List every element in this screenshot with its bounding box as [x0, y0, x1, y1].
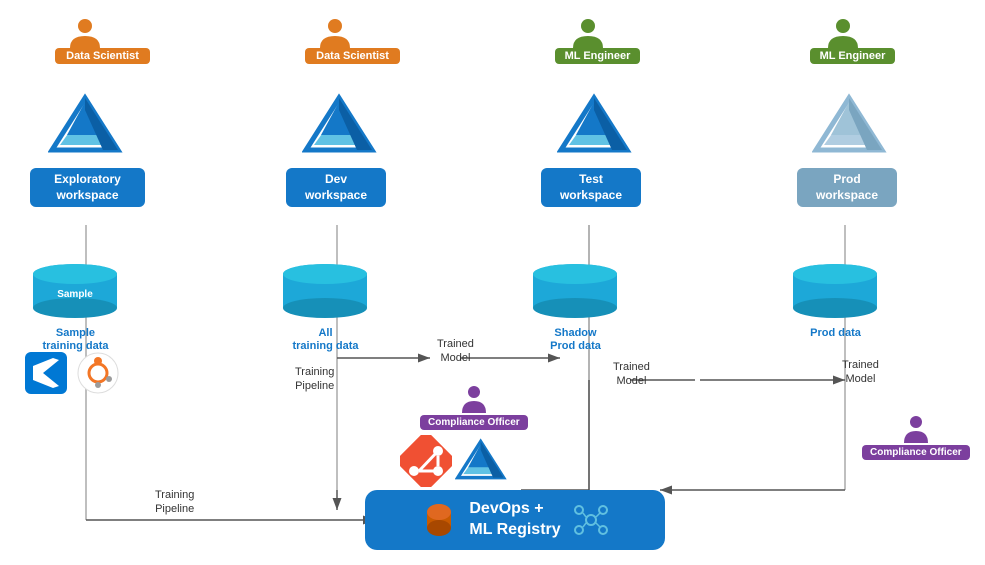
person-icon-1	[65, 18, 105, 50]
diagram-container: Data Scientist Data Scientist ML Enginee…	[0, 0, 985, 565]
data-store-2: Alltraining data	[278, 262, 373, 353]
flow-label-trained-model-2: TrainedModel	[613, 360, 650, 389]
role-badge-3: ML Engineer	[555, 48, 640, 64]
jupyter-icon	[77, 352, 119, 394]
pipeline-icon	[421, 502, 457, 538]
workspace-exploratory: Exploratoryworkspace	[30, 168, 145, 207]
flow-label-training-pipeline-1: TrainingPipeline	[155, 488, 194, 517]
data-store-3: ShadowProd data	[528, 262, 623, 353]
compliance-badge-2: Compliance Officer	[862, 445, 970, 460]
compliance-person-icon-2	[902, 415, 930, 443]
azure-ml-icon	[455, 435, 507, 487]
compliance-officer-1: Compliance Officer	[420, 385, 528, 430]
compliance-badge-1: Compliance Officer	[420, 415, 528, 430]
workspace-prod: Prodworkspace	[797, 168, 897, 207]
svg-text:Sample: Sample	[57, 289, 93, 300]
person-icon-3	[568, 18, 608, 50]
devops-mlregistry-box: DevOps +ML Registry	[365, 490, 665, 550]
person-icon-4	[823, 18, 863, 50]
flow-label-training-pipeline-2: TrainingPipeline	[295, 365, 334, 394]
network-icon	[573, 502, 609, 538]
flow-label-trained-model-1: TrainedModel	[437, 337, 474, 366]
workspace-dev: Devworkspace	[286, 168, 386, 207]
person-icon-2	[315, 18, 355, 50]
vscode-icon	[25, 352, 67, 394]
data-store-4: Prod data	[788, 262, 883, 340]
role-badge-2: Data Scientist	[305, 48, 400, 64]
devops-label: DevOps +ML Registry	[469, 499, 560, 541]
git-icon	[400, 435, 452, 487]
compliance-person-icon-1	[460, 385, 488, 413]
role-badge-4: ML Engineer	[810, 48, 895, 64]
workspace-icon-3	[557, 90, 632, 162]
tool-icons	[25, 352, 119, 394]
compliance-officer-2: Compliance Officer	[862, 415, 970, 460]
workspace-icon-1	[48, 90, 123, 162]
data-store-1: Sample Sampletraining data	[28, 262, 123, 353]
role-badge-1: Data Scientist	[55, 48, 150, 64]
workspace-icon-4	[812, 90, 887, 162]
flow-label-trained-model-3: TrainedModel	[842, 358, 879, 387]
workspace-test: Testworkspace	[541, 168, 641, 207]
workspace-icon-2	[302, 90, 377, 162]
